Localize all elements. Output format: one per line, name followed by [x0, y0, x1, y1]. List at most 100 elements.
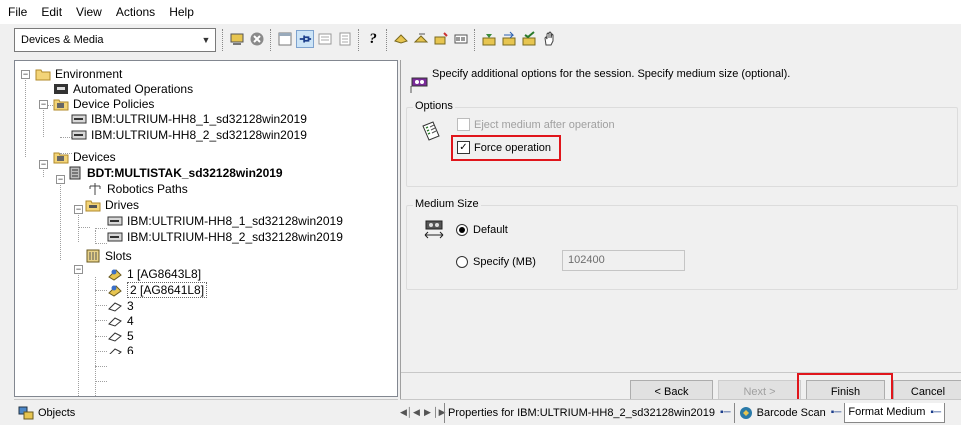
tree-connector [95, 366, 107, 367]
tab-next-icon[interactable]: ▶ [422, 407, 433, 418]
tree-item-slot-3[interactable]: 3 [107, 298, 134, 314]
tab-properties[interactable]: Properties for IBM:ULTRIUM-HH8_2_sd32128… [444, 402, 734, 423]
options-group-title: Options [413, 100, 455, 112]
tree-item-slot-2[interactable]: 2 [AG8641L8] [107, 282, 208, 298]
tab-last-icon[interactable]: │▶ [433, 407, 446, 418]
tree-item-policy-2[interactable]: IBM:ULTRIUM-HH8_2_sd32128win2019 [71, 127, 307, 143]
menu-edit[interactable]: Edit [34, 5, 69, 19]
toolbar-separator [358, 29, 359, 51]
objects-icon [18, 405, 34, 421]
hand-icon[interactable] [540, 30, 558, 48]
tab-barcode-scan-label: Barcode Scan [756, 406, 826, 419]
tab-first-icon[interactable]: ◀│ [400, 407, 413, 418]
menu-view[interactable]: View [69, 5, 109, 19]
medium-size-group: Medium Size [406, 198, 958, 290]
tree-item-automated-operations[interactable]: Automated Operations [53, 81, 193, 97]
tree-item-slot-4[interactable]: 4 [107, 313, 134, 329]
medium-copy-icon[interactable] [480, 30, 498, 48]
connect-icon[interactable] [228, 30, 246, 48]
device-folder-icon [53, 149, 69, 165]
operations-icon [53, 81, 69, 97]
menu-help[interactable]: Help [162, 5, 201, 19]
eject-checkbox-label: Eject medium after operation [474, 118, 615, 131]
tree-item-slot-1[interactable]: 1 [AG8643L8] [107, 266, 201, 282]
pin-icon[interactable]: ▪─ [831, 407, 842, 418]
tape-icon[interactable] [392, 30, 410, 48]
tree-item-policy-1[interactable]: IBM:ULTRIUM-HH8_1_sd32128win2019 [71, 111, 307, 127]
objects-tab-label: Objects [38, 406, 76, 419]
panel-icon[interactable] [316, 30, 334, 48]
highlight-box [451, 135, 561, 161]
collapse-toggle[interactable]: − [74, 265, 83, 274]
empty-slot-icon [107, 328, 123, 344]
context-select-value: Devices & Media [21, 34, 104, 46]
menu-file[interactable]: File [0, 5, 34, 19]
tree-item-drives[interactable]: Drives [85, 197, 139, 213]
medium-move-icon[interactable] [500, 30, 518, 48]
tab-format-medium[interactable]: Format Medium ▪─ [844, 402, 946, 423]
drive-icon [107, 229, 123, 245]
collapse-toggle[interactable]: − [74, 205, 83, 214]
tree-connector [95, 277, 96, 396]
tree-item-drive-2[interactable]: IBM:ULTRIUM-HH8_2_sd32128win2019 [107, 229, 343, 245]
tree-item-robotics-paths[interactable]: Robotics Paths [87, 181, 188, 197]
list-icon[interactable] [336, 30, 354, 48]
robotics-icon [87, 181, 103, 197]
tree-item-drive-1[interactable]: IBM:ULTRIUM-HH8_1_sd32128win2019 [107, 213, 343, 229]
tree-item-slot-6[interactable]: 6 [107, 344, 134, 354]
tape-format-icon[interactable] [432, 30, 450, 48]
tab-prev-icon[interactable]: ◀ [411, 407, 422, 418]
stop-icon[interactable] [248, 30, 266, 48]
objects-tab[interactable]: Objects [14, 399, 398, 425]
default-radio-button[interactable] [456, 224, 468, 236]
collapse-toggle[interactable]: − [39, 100, 48, 109]
specify-size-radio[interactable]: Specify (MB) [456, 256, 536, 268]
collapse-toggle[interactable]: − [39, 160, 48, 169]
toolbar-separator [270, 29, 271, 51]
folder-icon [35, 66, 51, 82]
object-tree: − − − − − − Environment Automated Operat… [14, 60, 398, 397]
tree-item-slots[interactable]: Slots [85, 248, 132, 264]
eject-medium-checkbox[interactable]: Eject medium after operation [457, 118, 615, 131]
pin-icon[interactable]: ▪─ [720, 407, 731, 418]
tree-connector [95, 336, 107, 337]
tree-item-devices[interactable]: Devices [53, 149, 116, 165]
specify-mb-input[interactable]: 102400 [562, 250, 685, 271]
medium-verify-icon[interactable] [520, 30, 538, 48]
default-size-radio[interactable]: Default [456, 224, 508, 236]
tree-connector [95, 320, 107, 321]
specify-radio-button[interactable] [456, 256, 468, 268]
tree-connector [95, 351, 107, 352]
tab-format-medium-label: Format Medium [848, 406, 926, 418]
tree-item-device-policies[interactable]: Device Policies [53, 96, 154, 112]
tree-connector [95, 290, 107, 291]
chevron-down-icon[interactable]: ▼ [197, 29, 215, 51]
medium-icon [409, 74, 429, 94]
menu-bar: File Edit View Actions Help [0, 0, 961, 24]
menu-actions[interactable]: Actions [109, 5, 162, 19]
collapse-toggle[interactable]: − [21, 70, 30, 79]
collapse-toggle[interactable]: − [56, 175, 65, 184]
tree-item-library[interactable]: BDT:MULTISTAK_sd32128win2019 [67, 165, 283, 181]
tape-medium-icon [107, 282, 123, 298]
tree-item-environment[interactable]: Environment [35, 66, 122, 82]
pin-icon[interactable] [296, 30, 314, 48]
toolbar: Devices & Media ▼ ? [0, 24, 961, 58]
window-icon[interactable] [276, 30, 294, 48]
help-icon[interactable]: ? [364, 30, 382, 48]
tab-barcode-scan[interactable]: Barcode Scan ▪─ [733, 402, 845, 423]
format-medium-wizard: Specify additional options for the sessi… [400, 60, 961, 409]
pin-icon[interactable]: ▪─ [930, 407, 941, 418]
empty-slot-icon [107, 298, 123, 314]
tape-eject-icon[interactable] [412, 30, 430, 48]
tree-connector [78, 210, 79, 242]
drive-icon [71, 127, 87, 143]
context-select[interactable]: Devices & Media ▼ [14, 28, 216, 52]
tree-item-slot-5[interactable]: 5 [107, 328, 134, 344]
tape-scan-icon[interactable] [452, 30, 470, 48]
barcode-scan-icon [738, 405, 754, 421]
eject-checkbox-box[interactable] [457, 118, 470, 131]
library-icon [67, 165, 83, 181]
tree-connector [60, 180, 61, 260]
slots-icon [85, 248, 101, 264]
